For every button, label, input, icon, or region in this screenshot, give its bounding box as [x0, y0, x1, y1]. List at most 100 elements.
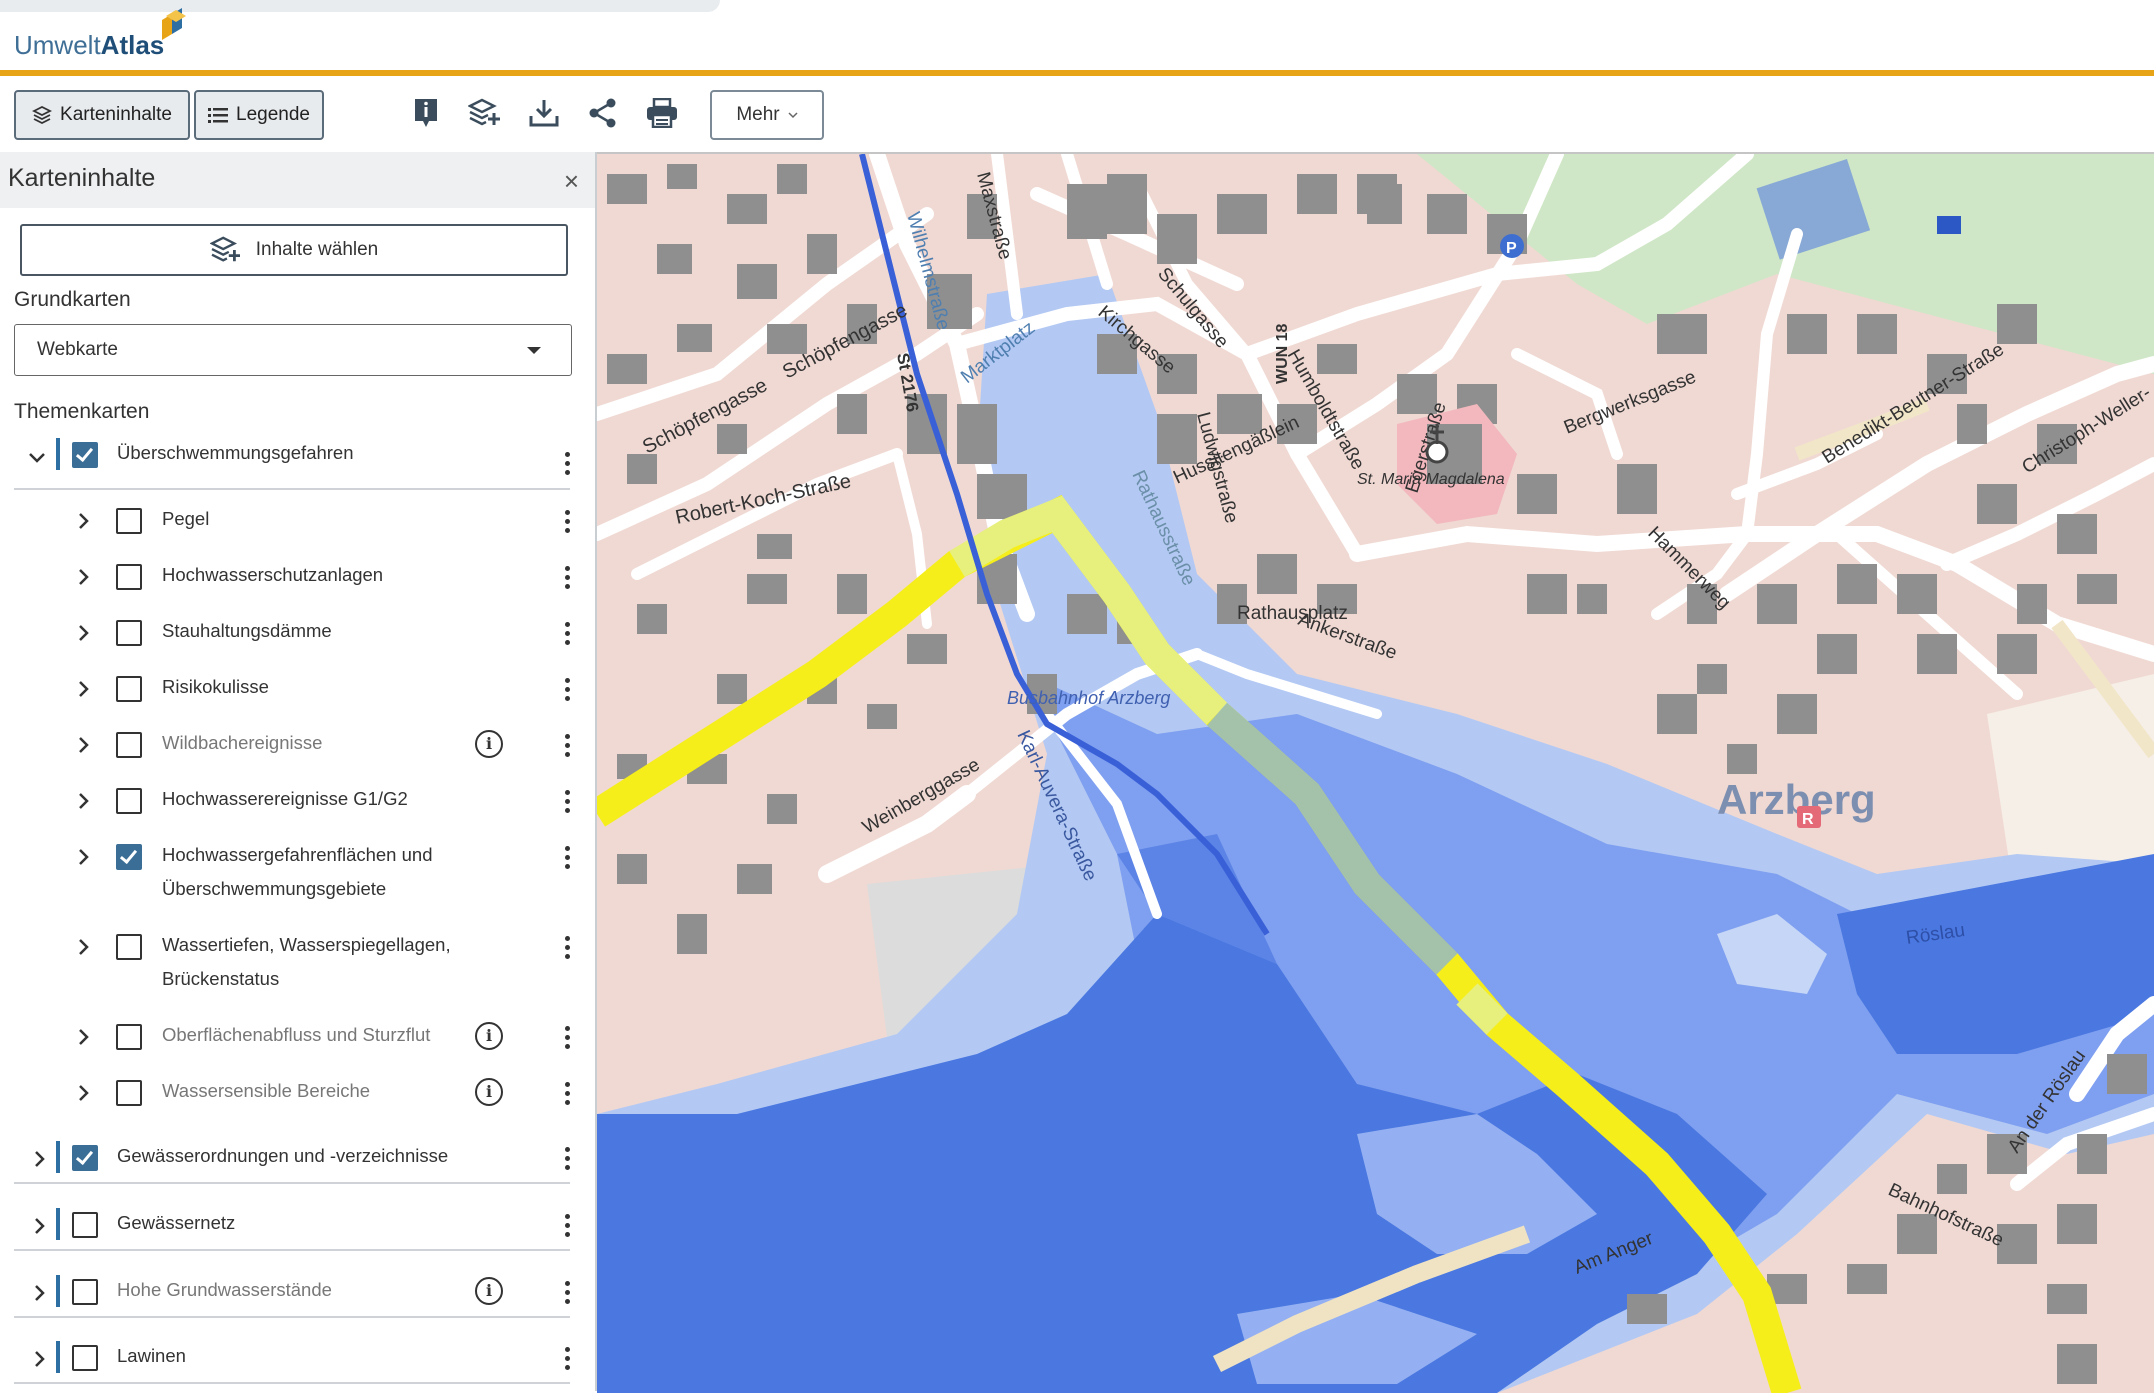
layer-label-line1: Hochwassergefahrenflächen und	[162, 844, 433, 865]
kebab-menu-icon[interactable]	[565, 452, 571, 479]
chevron-right-icon[interactable]	[34, 1215, 46, 1241]
info-circle-icon[interactable]: i	[475, 1277, 503, 1305]
kebab-menu-icon[interactable]	[565, 936, 571, 963]
layer-checkbox[interactable]	[116, 934, 142, 960]
map-canvas[interactable]: Schöpfengasse Schöpfengasse Robert-Koch-…	[597, 152, 2154, 1393]
layer-checkbox[interactable]	[116, 676, 142, 702]
group-label: Gewässernetz	[117, 1212, 236, 1233]
group-label: Überschwemmungsgefahren	[117, 442, 354, 463]
kebab-menu-icon[interactable]	[565, 1214, 571, 1241]
inhalte-waehlen-label: Inhalte wählen	[255, 239, 379, 260]
chevron-right-icon[interactable]	[78, 678, 90, 704]
group-indicator-bar	[56, 1208, 60, 1240]
layer-checkbox[interactable]	[116, 620, 142, 646]
legende-button[interactable]: Legende	[194, 90, 324, 140]
kebab-menu-icon[interactable]	[565, 622, 571, 649]
chevron-right-icon[interactable]	[34, 1148, 46, 1174]
group-indicator-bar	[56, 438, 60, 470]
layer-label: Wassersensible Bereiche	[162, 1080, 371, 1101]
kebab-menu-icon[interactable]	[565, 1082, 571, 1109]
chevron-right-icon[interactable]	[34, 1348, 46, 1374]
divider	[14, 488, 570, 490]
kebab-menu-icon[interactable]	[565, 846, 571, 873]
caret-down-icon	[527, 347, 541, 354]
panel-header: Karteninhalte ×	[0, 152, 595, 208]
chevron-right-icon[interactable]	[78, 936, 90, 962]
basemap-select[interactable]: Webkarte	[14, 324, 572, 376]
info-circle-icon[interactable]: i	[475, 730, 503, 758]
karteninhalte-button-label: Karteninhalte	[60, 104, 172, 125]
logo-text-atlas: Atlas	[100, 30, 165, 60]
kebab-menu-icon[interactable]	[565, 566, 571, 593]
layer-checkbox[interactable]	[116, 508, 142, 534]
chevron-right-icon[interactable]	[78, 1082, 90, 1108]
group-checkbox[interactable]	[72, 1212, 98, 1238]
group-label: Lawinen	[117, 1345, 186, 1366]
church-icon[interactable]	[1425, 440, 1449, 464]
kebab-menu-icon[interactable]	[565, 1347, 571, 1374]
list-icon	[208, 108, 229, 123]
chevron-right-icon[interactable]	[78, 1026, 90, 1052]
group-indicator-bar	[56, 1141, 60, 1173]
download-icon[interactable]	[527, 96, 561, 130]
umweltatlas-logo[interactable]: Umwelt Atlas	[14, 30, 164, 61]
kebab-menu-icon[interactable]	[565, 1026, 571, 1053]
layer-checkbox[interactable]	[116, 732, 142, 758]
info-circle-icon[interactable]: i	[475, 1022, 503, 1050]
app-header: Umwelt Atlas	[0, 0, 2154, 70]
layer-checkbox[interactable]	[116, 1080, 142, 1106]
group-indicator-bar	[56, 1341, 60, 1373]
panel-title: Karteninhalte	[8, 164, 156, 192]
chevron-right-icon[interactable]	[78, 734, 90, 760]
mehr-button[interactable]: Mehr	[710, 90, 824, 140]
group-checkbox[interactable]	[72, 1345, 98, 1371]
layer-checkbox[interactable]	[116, 788, 142, 814]
divider	[14, 1316, 570, 1318]
group-checkbox[interactable]	[72, 1145, 98, 1171]
chevron-right-icon[interactable]	[78, 790, 90, 816]
add-layers-icon	[209, 236, 240, 262]
themenkarten-heading: Themenkarten	[14, 400, 150, 423]
add-layers-icon[interactable]	[468, 96, 502, 130]
group-checkbox[interactable]	[72, 442, 98, 468]
inhalte-waehlen-button[interactable]: Inhalte wählen	[20, 224, 568, 276]
kebab-menu-icon[interactable]	[565, 1147, 571, 1174]
layer-label: Hochwasserschutzanlagen	[162, 564, 384, 585]
kebab-menu-icon[interactable]	[565, 1281, 571, 1308]
chevron-right-icon[interactable]	[78, 846, 90, 872]
swimming-icon[interactable]	[1937, 216, 1961, 234]
kebab-menu-icon[interactable]	[565, 790, 571, 817]
chevron-right-icon[interactable]	[34, 1282, 46, 1308]
legende-button-label: Legende	[236, 104, 310, 125]
layer-label: Oberflächenabfluss und Sturzflut	[162, 1024, 431, 1045]
logo-mark-icon	[162, 8, 186, 40]
kebab-menu-icon[interactable]	[565, 510, 571, 537]
close-icon[interactable]: ×	[564, 166, 579, 197]
layer-label: Stauhaltungsdämme	[162, 620, 332, 641]
layer-checkbox[interactable]	[116, 564, 142, 590]
layers-icon	[32, 106, 53, 124]
chevron-down-icon[interactable]	[28, 444, 46, 470]
header-strip	[0, 0, 720, 12]
chevron-right-icon[interactable]	[78, 510, 90, 536]
karteninhalte-button[interactable]: Karteninhalte	[14, 90, 190, 140]
parking-icon-glyph: P	[1506, 240, 1517, 257]
chevron-down-icon	[788, 111, 798, 118]
poi-label: Busbahnhof Arzberg	[1007, 688, 1170, 708]
chevron-right-icon[interactable]	[78, 622, 90, 648]
info-icon[interactable]	[409, 96, 443, 130]
info-circle-icon[interactable]: i	[475, 1078, 503, 1106]
road-number-label: WUN 18	[1274, 323, 1291, 384]
basemap-select-value: Webkarte	[37, 339, 118, 360]
print-icon[interactable]	[645, 96, 679, 130]
kebab-menu-icon[interactable]	[565, 734, 571, 761]
map-svg[interactable]: Schöpfengasse Schöpfengasse Robert-Koch-…	[597, 154, 2154, 1393]
layer-checkbox[interactable]	[116, 1024, 142, 1050]
layer-checkbox[interactable]	[116, 844, 142, 870]
logo-text-umwelt: Umwelt	[14, 30, 101, 60]
share-icon[interactable]	[586, 96, 620, 130]
chevron-right-icon[interactable]	[78, 566, 90, 592]
kebab-menu-icon[interactable]	[565, 678, 571, 705]
group-checkbox[interactable]	[72, 1279, 98, 1305]
town-hall-glyph: R	[1802, 811, 1814, 828]
